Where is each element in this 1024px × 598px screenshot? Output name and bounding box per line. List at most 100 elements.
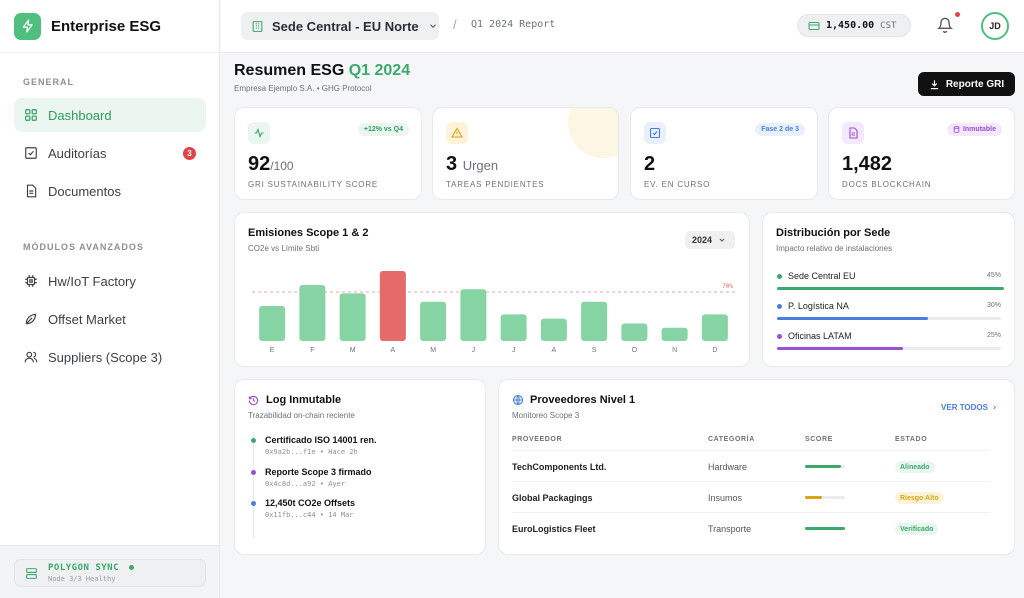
log-entry[interactable]: 12,450t CO2e Offsets 0x11fb...c44 • 14 Ma…	[251, 498, 356, 519]
log-entry-title: 12,450t CO2e Offsets	[265, 498, 356, 508]
sidebar-item-auditorias[interactable]: Auditorías 3	[14, 136, 206, 170]
distribution-label: Sede Central EU	[777, 271, 1001, 281]
limit-label: 70%	[722, 283, 733, 290]
bar-D[interactable]	[701, 314, 728, 341]
column-header-supplier[interactable]: PROVEEDOR	[512, 436, 562, 443]
section-advanced: MÓDULOS AVANZADOS	[23, 242, 144, 252]
score-track	[805, 527, 845, 530]
x-tick-label: O	[632, 347, 638, 354]
sidebar-item-iot-factory[interactable]: Hw/IoT Factory	[14, 264, 206, 298]
distribution-label: Oficinas LATAM	[777, 331, 1001, 341]
x-tick-label: M	[430, 347, 436, 354]
breadcrumb[interactable]: Q1 2024 Report	[471, 19, 555, 30]
sidebar-item-dashboard[interactable]: Dashboard	[14, 98, 206, 132]
sidebar-item-offset-market[interactable]: Offset Market	[14, 302, 206, 336]
log-entry[interactable]: Certificado ISO 14001 ren. 0x9a2b...f1e •…	[251, 435, 377, 456]
log-title: Log Inmutable	[266, 394, 342, 406]
legend-dot	[777, 303, 782, 309]
kpi-card-evaluations[interactable]: Fase 2 de 3 2 EV. EN CURSO	[630, 107, 818, 200]
status-badge: Riesgo Alto	[895, 492, 944, 504]
kpi-card-pending-tasks[interactable]: 3 Urgen TAREAS PENDIENTES	[432, 107, 619, 200]
column-header-category[interactable]: CATEGORÍA	[708, 436, 755, 443]
breadcrumb-separator: /	[453, 17, 457, 32]
sidebar: Enterprise ESG GENERAL Dashboard Auditor…	[0, 0, 220, 598]
distribution-track	[777, 347, 1001, 350]
x-tick-label: A	[391, 347, 396, 354]
notification-badge: 3	[183, 146, 196, 160]
column-header-score[interactable]: SCORE	[805, 436, 833, 443]
distribution-pct: 25%	[986, 332, 1001, 339]
bar-O[interactable]	[621, 323, 648, 342]
kpi-badge: Fase 2 de 3	[755, 123, 805, 136]
x-tick-label: J	[472, 347, 476, 354]
bar-A[interactable]	[379, 271, 406, 341]
page-title: Resumen ESG Q1 2024	[234, 62, 410, 80]
x-tick-label: N	[672, 347, 677, 354]
legend-dot	[777, 273, 782, 279]
sidebar-item-documentos[interactable]: Documentos	[14, 174, 206, 208]
distribution-row: Sede Central EU 45%	[777, 271, 1004, 290]
bar-J[interactable]	[500, 314, 527, 341]
table-row[interactable]: EuroLogistics Fleet Transporte Verificado	[512, 512, 990, 543]
distribution-title: Distribución por Sede	[776, 227, 891, 239]
polygon-sync-status[interactable]: POLYGON SYNC Node 3/3 Healthy	[14, 559, 206, 587]
report-gri-label: Reporte GRI	[945, 78, 1005, 90]
section-general: GENERAL	[23, 77, 75, 87]
bar-J[interactable]	[460, 289, 487, 341]
bar-S[interactable]	[581, 301, 608, 341]
chevron-right-icon	[991, 404, 998, 411]
bar-A[interactable]	[540, 318, 567, 341]
bar-F[interactable]	[299, 285, 326, 341]
bell-icon[interactable]	[936, 17, 954, 38]
view-all-link[interactable]: VER TODOS	[941, 403, 998, 412]
history-icon	[248, 395, 259, 406]
chip-icon	[23, 273, 39, 289]
score-fill	[805, 496, 822, 499]
distribution-track	[777, 287, 1004, 290]
score-fill	[805, 465, 841, 468]
kpi-label: EV. EN CURSO	[644, 180, 711, 189]
avatar[interactable]: JD	[981, 12, 1009, 40]
site-selector[interactable]: Sede Central - EU Norte	[241, 12, 439, 40]
sidebar-item-label: Auditorías	[48, 145, 107, 161]
suppliers-title: Proveedores Nivel 1	[530, 394, 636, 406]
bar-N[interactable]	[661, 327, 688, 341]
credits-balance[interactable]: 1,450.00 CST	[797, 14, 911, 37]
document-icon	[23, 183, 39, 199]
suppliers-card: Proveedores Nivel 1 Monitoreo Scope 3 VE…	[498, 379, 1015, 555]
page-title-text: Resumen ESG	[234, 62, 345, 79]
distribution-fill	[777, 287, 1004, 290]
page-subtitle: Empresa Ejemplo S.A. • GHG Protocol	[234, 84, 372, 93]
brand-name: Enterprise ESG	[51, 17, 162, 35]
bar-M[interactable]	[420, 301, 447, 341]
distribution-subtitle: Impacto relativo de instalaciones	[776, 244, 893, 253]
bar-E[interactable]	[259, 306, 286, 341]
distribution-pct: 30%	[986, 302, 1001, 309]
kpi-value: 2	[644, 153, 656, 175]
brand[interactable]: Enterprise ESG	[0, 0, 219, 53]
x-tick-label: D	[712, 347, 717, 354]
log-entry-meta: 0x9a2b...f1e • Hace 2h	[265, 448, 358, 456]
server-icon	[25, 567, 38, 580]
log-dot	[251, 438, 256, 443]
sync-status-dot	[128, 565, 134, 570]
table-row[interactable]: Global Packagings Insumos Riesgo Alto	[512, 481, 990, 512]
kpi-card-blockchain-docs[interactable]: Inmutable 1,482 DOCS BLOCKCHAIN	[828, 107, 1015, 200]
credits-value: 1,450.00	[826, 20, 875, 31]
table-row[interactable]: TechComponents Ltd. Hardware Alineado	[512, 450, 990, 481]
log-entry[interactable]: Reporte Scope 3 firmado 0x4c8d...a92 • Ay…	[251, 467, 372, 488]
column-header-status[interactable]: ESTADO	[895, 436, 927, 443]
score-track	[805, 496, 845, 499]
globe-icon	[512, 394, 524, 406]
activity-icon	[248, 122, 270, 144]
bar-M[interactable]	[339, 293, 366, 341]
report-gri-button[interactable]: Reporte GRI	[918, 72, 1015, 96]
x-tick-label: J	[512, 347, 516, 354]
kpi-badge: +12% vs Q4	[357, 123, 409, 136]
warning-icon	[446, 122, 468, 144]
kpi-badge: Inmutable	[946, 123, 1002, 136]
view-all-label: VER TODOS	[941, 403, 988, 412]
kpi-card-gri-score[interactable]: +12% vs Q4 92/100 GRI SUSTAINABILITY SCO…	[234, 107, 422, 200]
kpi-value: 1,482	[842, 153, 893, 175]
sidebar-item-suppliers[interactable]: Suppliers (Scope 3)	[14, 340, 206, 374]
